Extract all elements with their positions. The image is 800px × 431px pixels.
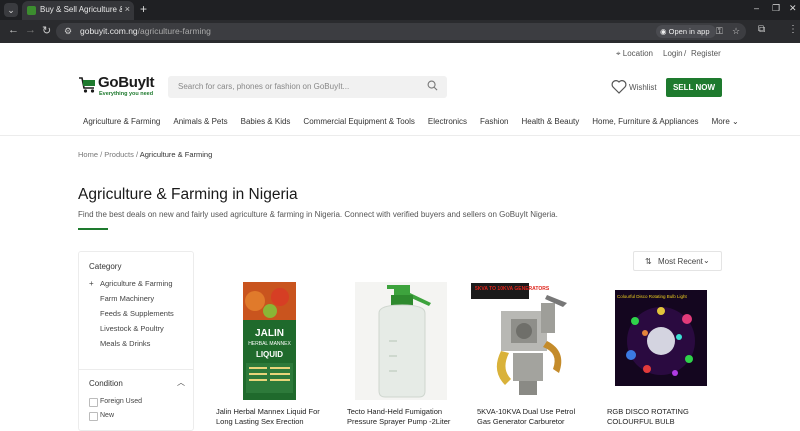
condition-heading: Condition	[89, 379, 123, 388]
search-input[interactable]: Search for cars, phones or fashion on Go…	[168, 76, 447, 98]
disco-banner-text: Colourful Disco Rotating Bulb Light	[617, 294, 688, 299]
location-pin-icon: ⌖	[616, 49, 621, 58]
search-placeholder: Search for cars, phones or fashion on Go…	[178, 82, 350, 91]
close-window-icon[interactable]: ✕	[789, 3, 797, 14]
forward-icon[interactable]: →	[25, 24, 36, 36]
url-text: gobuyit.com.ng/agriculture-farming	[80, 26, 211, 36]
site-info-icon[interactable]: ⚙	[64, 26, 72, 37]
logo-name: GoBuyIt	[98, 74, 155, 91]
breadcrumb-home[interactable]: Home	[78, 150, 98, 159]
header-divider	[0, 135, 800, 136]
address-bar[interactable]: ⚙ gobuyit.com.ng/agriculture-farming ◉ O…	[56, 23, 746, 40]
category-heading: Category	[89, 262, 122, 271]
wishlist-label: Wishlist	[629, 83, 657, 92]
sort-dropdown[interactable]: ⇅ Most Recent ⌄	[633, 251, 722, 271]
product-image[interactable]: JALIN HERBAL MANNEX LIQUID	[210, 281, 331, 401]
category-nav: Agriculture & Farming Animals & Pets Bab…	[83, 117, 739, 129]
tab-title: Buy & Sell Agriculture & Farming	[40, 5, 122, 14]
subcategory-livestock[interactable]: Livestock & Poultry	[100, 324, 164, 333]
nav-item-babies[interactable]: Babies & Kids	[241, 117, 291, 129]
favicon-icon	[27, 6, 36, 15]
carb-banner-text: 5KVA TO 10KVA GENERATORS	[475, 286, 550, 292]
nav-item-commercial[interactable]: Commercial Equipment & Tools	[303, 117, 414, 129]
checkbox-new[interactable]	[89, 412, 98, 421]
nav-item-home[interactable]: Home, Furniture & Appliances	[592, 117, 698, 129]
cart-logo-icon	[79, 77, 95, 93]
product-card[interactable]: 5KVA TO 10KVA GENERATORS 5KVA-10KVA Dual…	[471, 281, 592, 431]
login-link[interactable]: Login	[663, 49, 683, 58]
product-title[interactable]: Jalin Herbal Mannex Liquid For Long Last…	[216, 407, 328, 427]
breadcrumb: Home / Products / Agriculture & Farming	[78, 150, 213, 159]
tab-search-icon[interactable]: ⌄	[4, 3, 18, 17]
logo-tagline: Everything you need	[99, 91, 154, 97]
product-card[interactable]: JALIN HERBAL MANNEX LIQUID Jalin Herbal …	[210, 281, 331, 431]
sort-icon: ⇅	[645, 257, 652, 266]
filter-sidebar: Category + Agriculture & Farming Farm Ma…	[78, 251, 194, 431]
page-title: Agriculture & Farming in Nigeria	[78, 186, 298, 203]
browser-toolbar: ← → ↻ ⚙ gobuyit.com.ng/agriculture-farmi…	[0, 20, 800, 43]
new-tab-icon[interactable]: +	[140, 2, 147, 16]
extensions-icon[interactable]: ⧉	[758, 24, 765, 35]
minimize-icon[interactable]: –	[754, 3, 759, 13]
sidebar-divider	[79, 369, 193, 370]
chevron-down-icon: ⌄	[732, 117, 739, 126]
sell-now-button[interactable]: SELL NOW	[666, 78, 722, 97]
subcategory-farm-machinery[interactable]: Farm Machinery	[100, 294, 154, 303]
nav-item-agriculture[interactable]: Agriculture & Farming	[83, 117, 160, 129]
nav-item-health[interactable]: Health & Beauty	[521, 117, 579, 129]
open-in-app-button[interactable]: ◉ Open in app	[656, 25, 716, 38]
product-card[interactable]: Colourful Disco Rotating Bulb Light RGB …	[601, 281, 722, 431]
nav-item-animals[interactable]: Animals & Pets	[173, 117, 227, 129]
subcategory-feeds[interactable]: Feeds & Supplements	[100, 309, 174, 318]
page-description: Find the best deals on new and fairly us…	[78, 210, 558, 219]
product-image[interactable]: 5KVA TO 10KVA GENERATORS	[471, 281, 592, 401]
subcategory-meals[interactable]: Meals & Drinks	[100, 339, 150, 348]
reload-icon[interactable]: ↻	[42, 24, 51, 37]
location-link[interactable]: ⌖ Location	[616, 49, 653, 59]
product-title[interactable]: 5KVA-10KVA Dual Use Petrol Gas Generator…	[477, 407, 589, 427]
browser-tab[interactable]: Buy & Sell Agriculture & Farming ×	[22, 1, 134, 20]
bottle-brand-text: JALIN	[255, 328, 284, 339]
auth-separator: /	[684, 49, 687, 58]
tab-close-icon[interactable]: ×	[125, 4, 130, 14]
browser-tabstrip: ⌄ Buy & Sell Agriculture & Farming × + –…	[0, 0, 800, 20]
product-image[interactable]	[341, 281, 462, 401]
bottle-word-text: LIQUID	[256, 350, 283, 359]
heart-icon	[611, 80, 627, 94]
product-title[interactable]: Tecto Hand-Held Fumigation Pressure Spra…	[347, 407, 459, 427]
nav-item-more[interactable]: More ⌄	[712, 117, 739, 129]
bottle-line-text: HERBAL MANNEX	[248, 341, 291, 347]
expand-category-icon[interactable]: +	[89, 279, 94, 288]
chevron-down-icon: ⌄	[703, 256, 710, 265]
condition-new[interactable]: New	[100, 412, 114, 419]
product-title[interactable]: RGB DISCO ROTATING COLOURFUL BULB	[607, 407, 719, 427]
back-icon[interactable]: ←	[8, 24, 19, 36]
nav-item-electronics[interactable]: Electronics	[428, 117, 467, 129]
breadcrumb-current: Agriculture & Farming	[139, 150, 213, 159]
checkbox-foreign-used[interactable]	[89, 398, 98, 407]
breadcrumb-products[interactable]: Products	[104, 150, 134, 159]
chevron-up-icon[interactable]: ︿	[177, 377, 185, 388]
title-underline	[78, 228, 108, 230]
password-key-icon[interactable]: ⚿	[716, 26, 723, 37]
register-link[interactable]: Register	[691, 49, 721, 58]
sort-label: Most Recent	[658, 257, 703, 266]
condition-foreign-used[interactable]: Foreign Used	[100, 398, 142, 405]
product-image[interactable]: Colourful Disco Rotating Bulb Light	[601, 281, 722, 401]
nav-item-fashion[interactable]: Fashion	[480, 117, 508, 129]
browser-menu-icon[interactable]: ⋮	[788, 24, 798, 35]
product-card[interactable]: Tecto Hand-Held Fumigation Pressure Spra…	[341, 281, 462, 431]
search-icon[interactable]	[427, 80, 438, 91]
bookmark-star-icon[interactable]: ☆	[732, 26, 740, 37]
maximize-icon[interactable]: ❐	[772, 3, 780, 14]
category-root[interactable]: Agriculture & Farming	[100, 279, 173, 288]
